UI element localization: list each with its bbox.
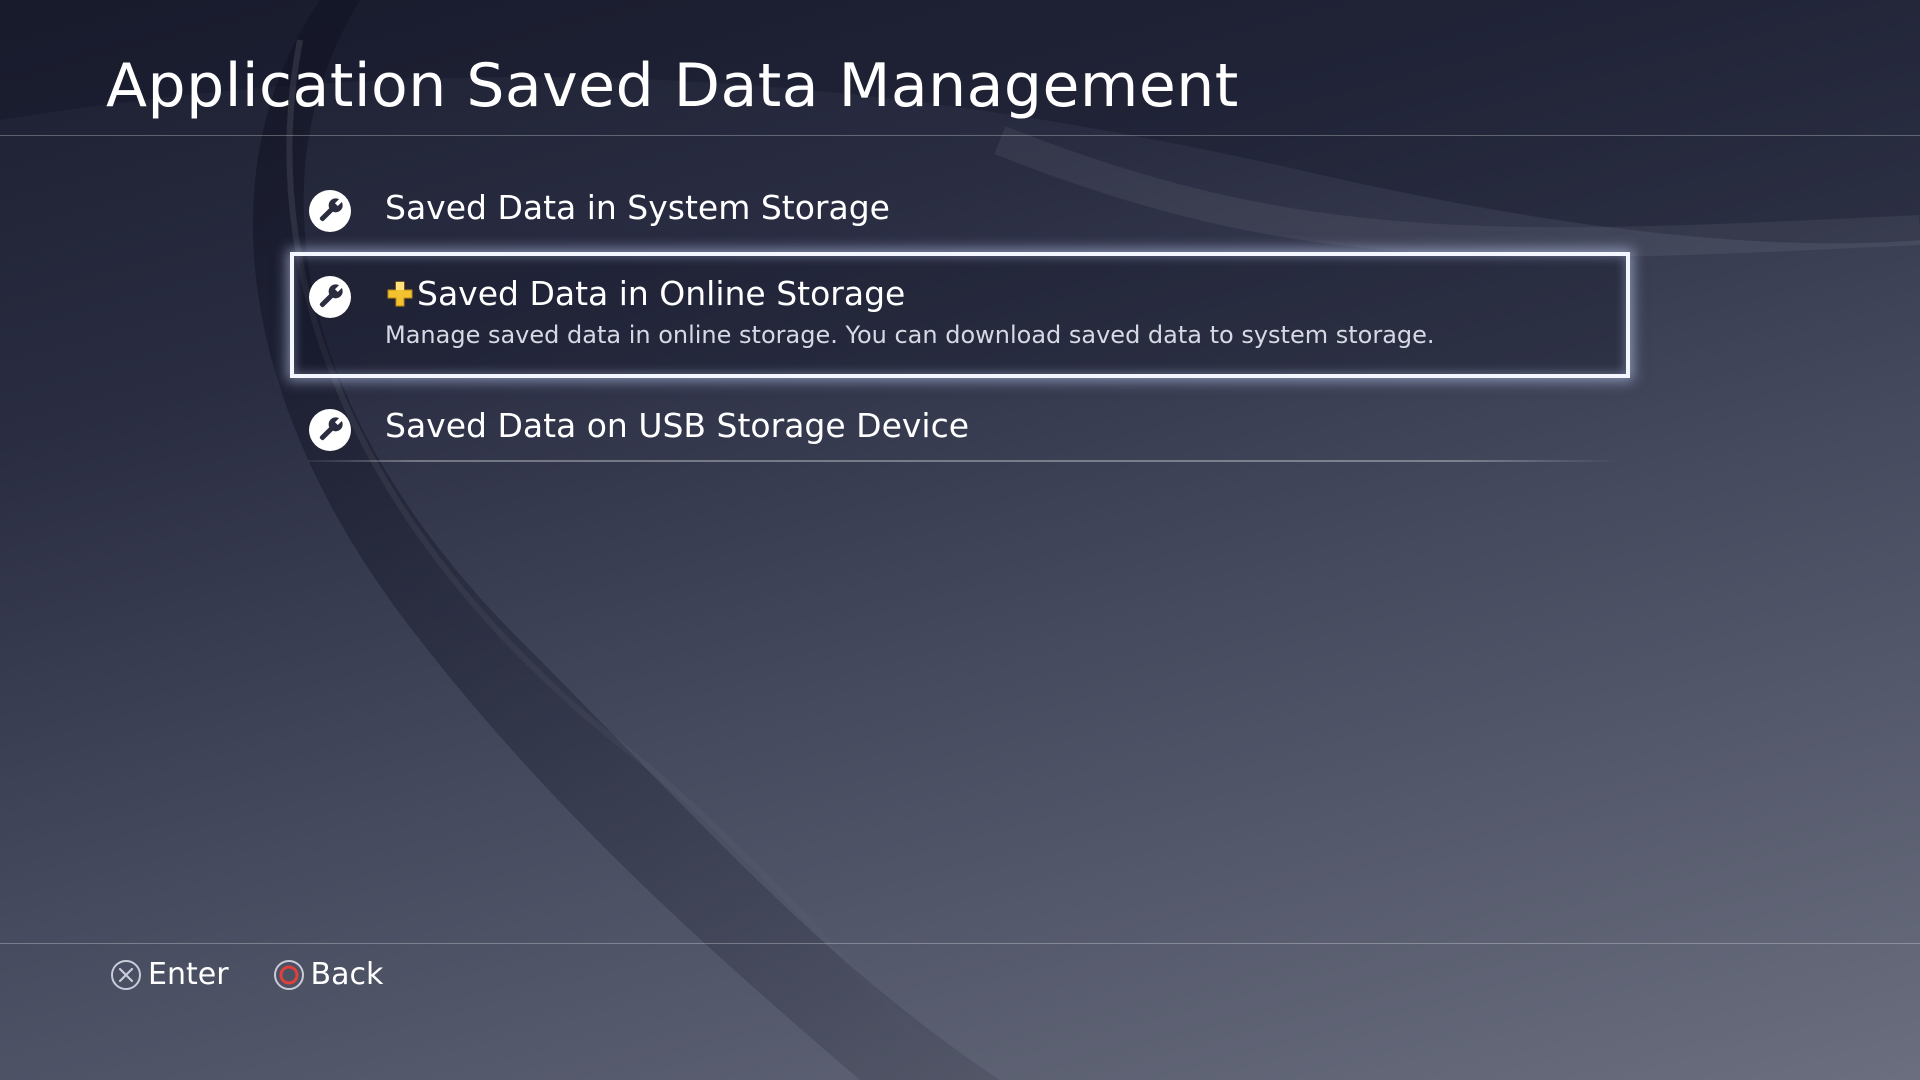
button-hints: Enter Back (110, 953, 427, 997)
background-waves (0, 0, 1920, 1080)
playstation-plus-icon (387, 281, 413, 307)
menu-list: Saved Data in System Storage Saved Data … (290, 168, 1630, 470)
wrench-icon (309, 276, 351, 318)
menu-item-description: Manage saved data in online storage. You… (385, 321, 1435, 349)
menu-item-label: Saved Data in Online Storage (385, 274, 905, 314)
circle-button-icon (273, 960, 304, 990)
footer-divider (0, 943, 1920, 944)
menu-item-online-storage[interactable]: Saved Data in Online Storage Manage save… (290, 252, 1630, 378)
wrench-icon (309, 190, 351, 232)
menu-item-system-storage[interactable]: Saved Data in System Storage (290, 168, 1630, 252)
enter-label: Enter (148, 957, 229, 992)
header-divider (0, 135, 1920, 136)
cross-button-icon (111, 960, 141, 990)
back-label: Back (310, 957, 384, 992)
back-hint[interactable]: Back (273, 955, 384, 995)
list-divider (308, 460, 1618, 462)
menu-item-label: Saved Data in System Storage (385, 188, 890, 227)
page-title: Application Saved Data Management (106, 51, 1239, 121)
menu-item-label-text: Saved Data in Online Storage (417, 274, 906, 313)
menu-item-label: Saved Data on USB Storage Device (385, 406, 970, 445)
menu-item-usb-storage[interactable]: Saved Data on USB Storage Device (290, 378, 1630, 470)
wrench-icon (309, 409, 351, 451)
enter-hint[interactable]: Enter (110, 955, 229, 995)
